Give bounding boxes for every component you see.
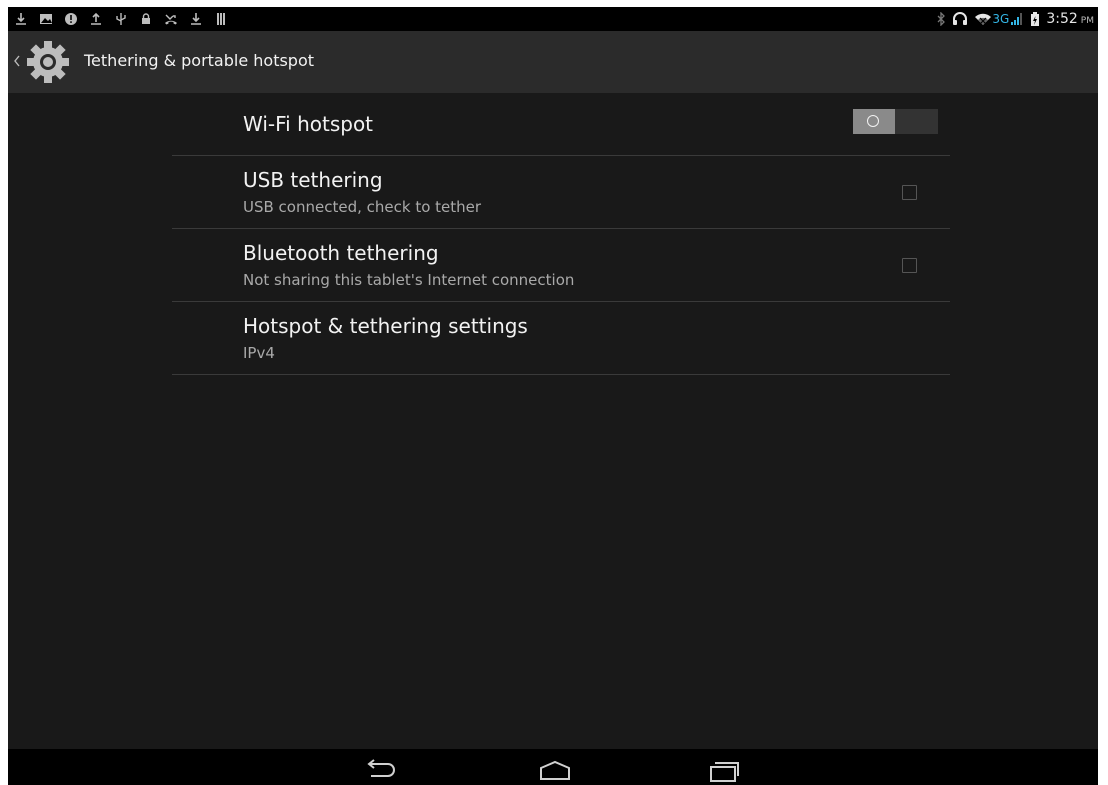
bluetooth-tethering-item[interactable]: Bluetooth tethering Not sharing this tab… bbox=[172, 229, 950, 302]
usb-tethering-checkbox[interactable] bbox=[902, 185, 917, 200]
hotspot-settings-title: Hotspot & tethering settings bbox=[243, 314, 528, 338]
usb-tethering-item[interactable]: USB tethering USB connected, check to te… bbox=[172, 156, 950, 229]
tablet-screen: 3G 3:52 PM Tethering & portable hotspot … bbox=[8, 7, 1098, 785]
bluetooth-tethering-summary: Not sharing this tablet's Internet conne… bbox=[243, 271, 575, 289]
usb-icon bbox=[114, 12, 128, 26]
home-button[interactable] bbox=[535, 756, 575, 784]
bluetooth-icon bbox=[936, 12, 946, 26]
download-icon bbox=[189, 12, 203, 26]
upload-icon bbox=[89, 12, 103, 26]
back-button[interactable] bbox=[360, 756, 400, 784]
usb-tethering-title: USB tethering bbox=[243, 168, 383, 192]
bluetooth-tethering-title: Bluetooth tethering bbox=[243, 241, 439, 265]
hotspot-settings-summary: IPv4 bbox=[243, 344, 275, 362]
chevron-left-icon bbox=[14, 55, 20, 67]
lock-icon bbox=[139, 12, 153, 26]
recents-button[interactable] bbox=[705, 756, 745, 784]
wifi-hotspot-switch[interactable] bbox=[853, 109, 938, 134]
tethering-settings-list: Wi-Fi hotspot USB tethering USB connecte… bbox=[172, 93, 950, 375]
signal-icon bbox=[1010, 12, 1024, 26]
clock-ampm: PM bbox=[1080, 16, 1094, 26]
wifi-hotspot-item[interactable]: Wi-Fi hotspot bbox=[172, 93, 950, 156]
headset-icon bbox=[952, 12, 968, 26]
storage-icon bbox=[214, 12, 228, 26]
wifi-icon bbox=[974, 12, 992, 26]
recents-icon bbox=[710, 762, 739, 782]
navigation-bar bbox=[8, 749, 1098, 785]
page-title: Tethering & portable hotspot bbox=[84, 51, 315, 70]
wifi-hotspot-title: Wi-Fi hotspot bbox=[243, 112, 374, 136]
back-icon bbox=[367, 759, 395, 777]
notification-icons bbox=[14, 7, 239, 31]
status-bar: 3G 3:52 PM bbox=[8, 7, 1098, 31]
battery-icon bbox=[1030, 12, 1040, 26]
usb-tethering-summary: USB connected, check to tether bbox=[243, 198, 482, 216]
settings-gear-icon bbox=[27, 41, 69, 83]
alert-icon bbox=[64, 12, 78, 26]
download-icon bbox=[14, 12, 28, 26]
hotspot-tethering-settings-item[interactable]: Hotspot & tethering settings IPv4 bbox=[172, 302, 950, 375]
action-bar: Tethering & portable hotspot bbox=[8, 31, 1098, 93]
system-icons: 3G 3:52 PM bbox=[930, 7, 1094, 31]
up-navigation[interactable] bbox=[8, 31, 78, 93]
clock-time: 3:52 bbox=[1046, 11, 1078, 27]
network-type-label: 3G bbox=[992, 12, 1010, 26]
switch-thumb bbox=[853, 109, 895, 134]
off-indicator-icon bbox=[867, 115, 879, 127]
gallery-icon bbox=[39, 12, 53, 26]
home-icon bbox=[540, 760, 570, 780]
missed-call-icon bbox=[164, 12, 178, 26]
bluetooth-tethering-checkbox[interactable] bbox=[902, 258, 917, 273]
